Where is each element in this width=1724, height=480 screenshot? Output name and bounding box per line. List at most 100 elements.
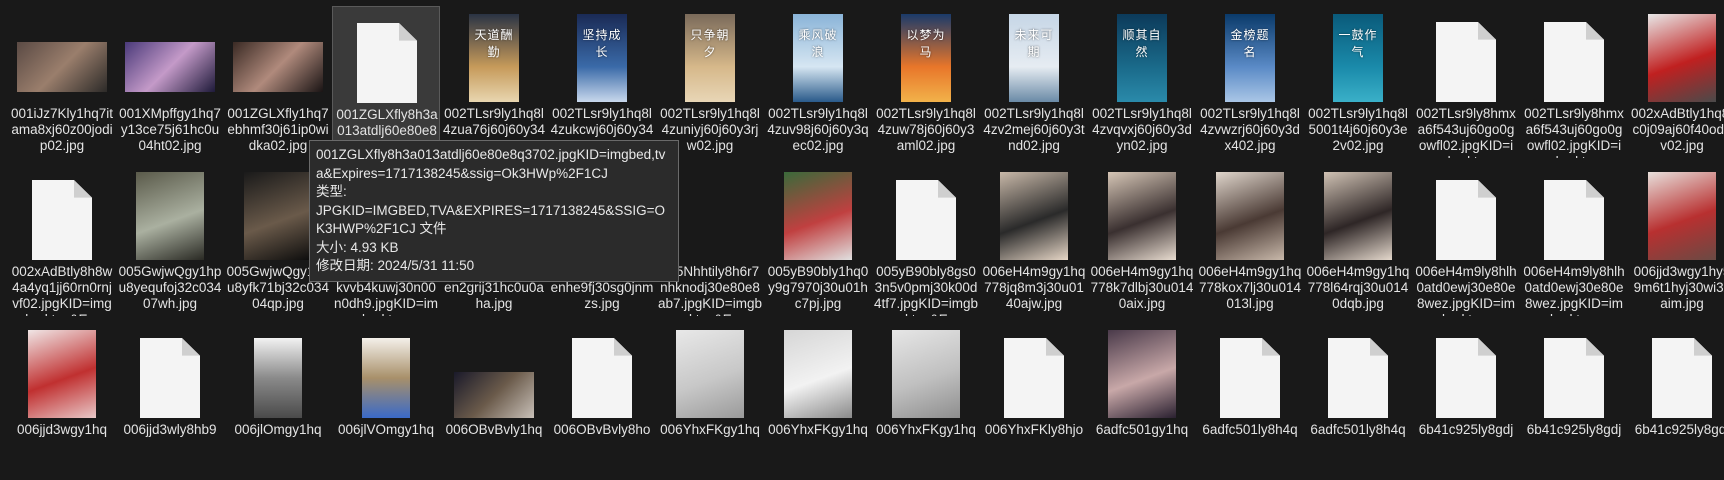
file-name: 006jlVOmgy1hq bbox=[337, 422, 435, 437]
poster-thumbnail: 天道酬勤 bbox=[469, 14, 519, 102]
file-item[interactable]: 006eH4m9ly8hlh0atd0ewj30e80e8wez.jpgKID=… bbox=[1520, 164, 1628, 322]
file-item[interactable]: 006jjd3wgy1hq bbox=[8, 322, 116, 480]
file-item[interactable]: 005GwjwQgy1hpu8yequfoj32c03407wh.jpg bbox=[116, 164, 224, 322]
file-item[interactable]: 005yB90bly8gs03n5v0pmj30k00d4tf7.jpgKID=… bbox=[872, 164, 980, 322]
file-name: 002TLsr9ly1hq8l4zuw78j60j60y3aml02.jpg bbox=[876, 106, 976, 153]
file-icon bbox=[1436, 22, 1496, 102]
file-icon bbox=[1004, 338, 1064, 418]
file-name: 6adfc501ly8h4q bbox=[1202, 422, 1298, 437]
file-item[interactable]: 006jlVOmgy1hq bbox=[332, 322, 440, 480]
thumbnail-area bbox=[1632, 326, 1724, 418]
file-item[interactable]: 006eH4m9gy1hq778k7dlbj30u0140aix.jpg bbox=[1088, 164, 1196, 322]
photo-thumbnail bbox=[125, 42, 215, 92]
file-item[interactable]: 006eH4m9gy1hq778l64rqj30u0140dqb.jpg bbox=[1304, 164, 1412, 322]
file-name: 006eH4m9gy1hq778l64rqj30u0140dqb.jpg bbox=[1306, 264, 1410, 311]
thumbnail-area: 金榜题名 bbox=[1200, 10, 1300, 102]
file-item[interactable]: 002TLsr9ly8hmxa6f543uj60go0gowfl02.jpgKI… bbox=[1412, 6, 1520, 164]
file-name: 002TLsr9ly8hmxa6f543uj60go0gowfl02.jpgKI… bbox=[1416, 106, 1516, 158]
file-name: 006eH4m9gy1hq778jq8m3j30u0140ajw.jpg bbox=[982, 264, 1086, 311]
photo-thumbnail bbox=[136, 172, 204, 260]
file-icon bbox=[1544, 22, 1604, 102]
photo-thumbnail bbox=[1648, 172, 1716, 260]
thumbnail-area bbox=[1524, 10, 1624, 102]
file-item[interactable]: 6b41c925ly8gdj bbox=[1628, 322, 1724, 480]
file-name: 005GwjwQgy1hpu8yequfoj32c03407wh.jpg bbox=[118, 264, 222, 311]
file-item[interactable]: 006YhxFKgy1hq bbox=[656, 322, 764, 480]
poster-title: 坚持成长 bbox=[582, 28, 622, 60]
file-item[interactable]: 002xAdBtly8h8w4a4yq1jj60rn0rnjvf02.jpgKI… bbox=[8, 164, 116, 322]
file-icon bbox=[896, 180, 956, 260]
poster-thumbnail: 只争朝夕 bbox=[685, 14, 735, 102]
file-item[interactable]: 002xAdBtly1hq8fc0j09aj60f40odgv02.jpg bbox=[1628, 6, 1724, 164]
file-item[interactable]: 005yB90bly1hq0y9g7970j30u01hc7pj.jpg bbox=[764, 164, 872, 322]
file-item[interactable]: 001XMpffgy1hq7y13ce75j61hc0u04ht02.jpg bbox=[116, 6, 224, 164]
thumbnail-area bbox=[120, 168, 220, 260]
thumbnail-area: 以梦为马 bbox=[876, 10, 976, 102]
file-item[interactable]: 002TLsr9ly8hmxa6f543uj60go0gowfl02.jpgKI… bbox=[1520, 6, 1628, 164]
file-item[interactable]: 006YhxFKly8hjo bbox=[980, 322, 1088, 480]
file-name: 006eH4m9gy1hq778k7dlbj30u0140aix.jpg bbox=[1090, 264, 1194, 311]
file-icon bbox=[1436, 338, 1496, 418]
file-item[interactable]: 006eH4m9gy1hq778kox7lj30u014013l.jpg bbox=[1196, 164, 1304, 322]
photo-thumbnail bbox=[1108, 330, 1176, 418]
poster-thumbnail: 顺其自然 bbox=[1117, 14, 1167, 102]
thumbnail-area bbox=[876, 326, 976, 418]
file-item[interactable]: 006YhxFKgy1hq bbox=[872, 322, 980, 480]
file-tooltip: 001ZGLXfly8h3a013atdlj60e80e8q3702.jpgKI… bbox=[309, 140, 679, 282]
photo-thumbnail bbox=[676, 330, 744, 418]
file-item[interactable]: 006jjd3wly8hb9 bbox=[116, 322, 224, 480]
thumbnail-area bbox=[1524, 168, 1624, 260]
file-name: 002TLsr9ly1hq8l5001t4j60j60y3e2v02.jpg bbox=[1308, 106, 1408, 153]
file-icon bbox=[357, 23, 417, 103]
file-item[interactable]: 以梦为马 002TLsr9ly1hq8l4zuw78j60j60y3aml02.j… bbox=[872, 6, 980, 164]
file-item[interactable]: 006OBvBvly8ho bbox=[548, 322, 656, 480]
thumbnail-area: 乘风破浪 bbox=[768, 10, 868, 102]
file-item[interactable]: 006eH4m9ly8hlh0atd0ewj30e80e8wez.jpgKID=… bbox=[1412, 164, 1520, 322]
file-name: 002xAdBtly1hq8fc0j09aj60f40odgv02.jpg bbox=[1630, 106, 1724, 153]
file-name: 006jjd3wgy1hq bbox=[16, 422, 108, 437]
photo-thumbnail bbox=[254, 338, 302, 418]
thumbnail-area bbox=[120, 326, 220, 418]
file-icon bbox=[1544, 180, 1604, 260]
file-icon bbox=[572, 338, 632, 418]
photo-thumbnail bbox=[454, 372, 534, 418]
tooltip-filename: 001ZGLXfly8h3a013atdlj60e80e8q3702.jpgKI… bbox=[316, 147, 666, 181]
file-item[interactable]: 顺其自然 002TLsr9ly1hq8l4zvqvxj60j60y3dyn02.j… bbox=[1088, 6, 1196, 164]
file-name: 6adfc501gy1hq bbox=[1095, 422, 1189, 437]
photo-thumbnail bbox=[233, 42, 323, 92]
file-name: 005yB90bly8gs03n5v0pmj30k00d4tf7.jpgKID=… bbox=[874, 264, 978, 316]
file-name: 001XMpffgy1hq7y13ce75j61hc0u04ht02.jpg bbox=[119, 106, 221, 153]
file-item[interactable]: 6adfc501ly8h4q bbox=[1196, 322, 1304, 480]
file-item[interactable]: 006eH4m9gy1hq778jq8m3j30u0140ajw.jpg bbox=[980, 164, 1088, 322]
thumbnail-area bbox=[1092, 326, 1192, 418]
file-item[interactable]: 6adfc501ly8h4q bbox=[1304, 322, 1412, 480]
file-item[interactable]: 006OBvBvly1hq bbox=[440, 322, 548, 480]
poster-thumbnail: 以梦为马 bbox=[901, 14, 951, 102]
file-item[interactable]: 6b41c925ly8gdj bbox=[1412, 322, 1520, 480]
file-item[interactable]: 6adfc501gy1hq bbox=[1088, 322, 1196, 480]
photo-thumbnail bbox=[17, 42, 107, 92]
thumbnail-area: 天道酬勤 bbox=[444, 10, 544, 102]
file-item[interactable]: 乘风破浪 002TLsr9ly1hq8l4zuv98j60j60y3qec02.j… bbox=[764, 6, 872, 164]
file-item[interactable]: 006YhxFKgy1hq bbox=[764, 322, 872, 480]
file-item[interactable]: 001iJz7Kly1hq7itama8xj60z00jodip02.jpg bbox=[8, 6, 116, 164]
tooltip-modified: 修改日期: 2024/5/31 11:50 bbox=[316, 258, 475, 273]
thumbnail-area bbox=[12, 326, 112, 418]
thumbnail-area bbox=[1524, 326, 1624, 418]
file-name: 002TLsr9ly8hmxa6f543uj60go0gowfl02.jpgKI… bbox=[1524, 106, 1624, 158]
thumbnail-area bbox=[12, 10, 112, 102]
photo-thumbnail bbox=[784, 172, 852, 260]
file-item[interactable]: 未来可期 002TLsr9ly1hq8l4zv2mej60j60y3tnd02.j… bbox=[980, 6, 1088, 164]
file-name: 002TLsr9ly1hq8l4zv2mej60j60y3tnd02.jpg bbox=[983, 106, 1085, 153]
tooltip-size: 大小: 4.93 KB bbox=[316, 239, 399, 255]
file-item[interactable]: 金榜题名 002TLsr9ly1hq8l4zvwzrj60j60y3dx402.j… bbox=[1196, 6, 1304, 164]
file-item[interactable]: 一鼓作气 002TLsr9ly1hq8l5001t4j60j60y3e2v02.j… bbox=[1304, 6, 1412, 164]
thumbnail-area bbox=[1092, 168, 1192, 260]
file-item[interactable]: 6b41c925ly8gdj bbox=[1520, 322, 1628, 480]
thumbnail-area bbox=[1200, 168, 1300, 260]
thumbnail-area bbox=[552, 326, 652, 418]
file-item[interactable]: 006jlOmgy1hq bbox=[224, 322, 332, 480]
photo-thumbnail bbox=[362, 338, 410, 418]
file-icon bbox=[1544, 338, 1604, 418]
file-item[interactable]: 006jjd3wgy1hy59m6t1hyj30wi3xaim.jpg bbox=[1628, 164, 1724, 322]
